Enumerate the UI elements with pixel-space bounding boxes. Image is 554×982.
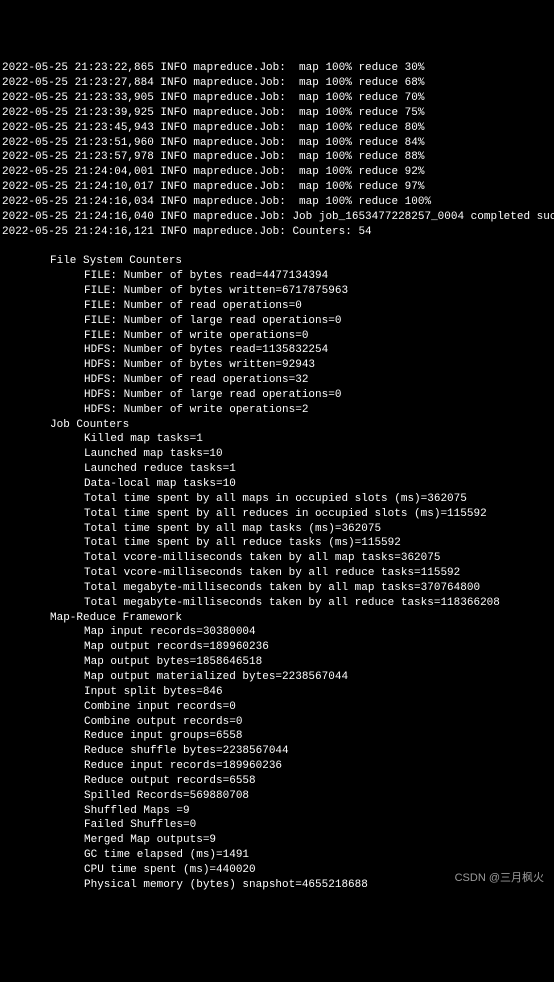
counter-item: Map output materialized bytes=2238567044	[2, 670, 552, 685]
counter-item: Killed map tasks=1	[2, 432, 552, 447]
counter-item: HDFS: Number of read operations=32	[2, 373, 552, 388]
counter-item: Total vcore-milliseconds taken by all re…	[2, 566, 552, 581]
counter-item: FILE: Number of bytes read=4477134394	[2, 269, 552, 284]
log-line: 2022-05-25 21:24:10,017 INFO mapreduce.J…	[2, 180, 552, 195]
counters-log: File System CountersFILE: Number of byte…	[2, 254, 552, 892]
counter-item: HDFS: Number of large read operations=0	[2, 388, 552, 403]
counter-item: HDFS: Number of bytes written=92943	[2, 358, 552, 373]
counter-section-title: Job Counters	[2, 418, 552, 433]
counter-item: Total vcore-milliseconds taken by all ma…	[2, 551, 552, 566]
log-line: 2022-05-25 21:24:16,121 INFO mapreduce.J…	[2, 225, 552, 240]
counter-item: Reduce output records=6558	[2, 774, 552, 789]
counter-item: Total megabyte-milliseconds taken by all…	[2, 596, 552, 611]
log-line: 2022-05-25 21:24:16,040 INFO mapreduce.J…	[2, 210, 552, 225]
counter-item: FILE: Number of read operations=0	[2, 299, 552, 314]
log-line: 2022-05-25 21:24:04,001 INFO mapreduce.J…	[2, 165, 552, 180]
log-line: 2022-05-25 21:23:51,960 INFO mapreduce.J…	[2, 136, 552, 151]
counter-item: FILE: Number of write operations=0	[2, 329, 552, 344]
log-line: 2022-05-25 21:23:39,925 INFO mapreduce.J…	[2, 106, 552, 121]
counter-item: Launched map tasks=10	[2, 447, 552, 462]
counter-item: Shuffled Maps =9	[2, 804, 552, 819]
log-line: 2022-05-25 21:23:22,865 INFO mapreduce.J…	[2, 61, 552, 76]
counter-item: Reduce shuffle bytes=2238567044	[2, 744, 552, 759]
watermark: CSDN @三月枫火	[455, 871, 544, 886]
counter-item: Merged Map outputs=9	[2, 833, 552, 848]
counter-section-title: Map-Reduce Framework	[2, 611, 552, 626]
counter-item: Map input records=30380004	[2, 625, 552, 640]
log-line: 2022-05-25 21:23:27,884 INFO mapreduce.J…	[2, 76, 552, 91]
log-line: 2022-05-25 21:23:33,905 INFO mapreduce.J…	[2, 91, 552, 106]
counter-item: Total megabyte-milliseconds taken by all…	[2, 581, 552, 596]
counter-item: Total time spent by all map tasks (ms)=3…	[2, 522, 552, 537]
counter-item: HDFS: Number of write operations=2	[2, 403, 552, 418]
log-line: 2022-05-25 21:23:45,943 INFO mapreduce.J…	[2, 121, 552, 136]
counter-item: GC time elapsed (ms)=1491	[2, 848, 552, 863]
counter-item: Combine input records=0	[2, 700, 552, 715]
counter-item: Map output records=189960236	[2, 640, 552, 655]
log-line: 2022-05-25 21:24:16,034 INFO mapreduce.J…	[2, 195, 552, 210]
counter-item: Total time spent by all reduce tasks (ms…	[2, 536, 552, 551]
counter-item: FILE: Number of large read operations=0	[2, 314, 552, 329]
counter-item: HDFS: Number of bytes read=1135832254	[2, 343, 552, 358]
counter-item: Spilled Records=569880708	[2, 789, 552, 804]
counter-item: Total time spent by all reduces in occup…	[2, 507, 552, 522]
counter-item: FILE: Number of bytes written=6717875963	[2, 284, 552, 299]
counter-item: Input split bytes=846	[2, 685, 552, 700]
counter-item: Reduce input groups=6558	[2, 729, 552, 744]
counter-item: Total time spent by all maps in occupied…	[2, 492, 552, 507]
counter-item: Combine output records=0	[2, 715, 552, 730]
counter-item: Reduce input records=189960236	[2, 759, 552, 774]
counter-item: Failed Shuffles=0	[2, 818, 552, 833]
progress-log: 2022-05-25 21:23:22,865 INFO mapreduce.J…	[2, 61, 552, 239]
counter-item: Map output bytes=1858646518	[2, 655, 552, 670]
log-line: 2022-05-25 21:23:57,978 INFO mapreduce.J…	[2, 150, 552, 165]
counter-section-title: File System Counters	[2, 254, 552, 269]
counter-item: Data-local map tasks=10	[2, 477, 552, 492]
counter-item: Launched reduce tasks=1	[2, 462, 552, 477]
